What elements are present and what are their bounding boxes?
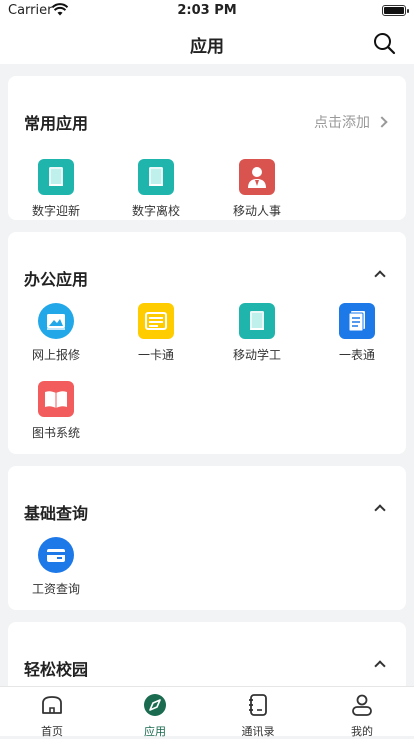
app-one-form[interactable]: 一表通 [317, 303, 397, 363]
book-icon [38, 159, 74, 195]
tab-contacts[interactable]: 通讯录 [218, 693, 298, 739]
app-label: 网上报修 [16, 346, 96, 363]
clock: 2:03 PM [0, 3, 414, 18]
common-apps-card: 常用应用 点击添加 数字迎新 数字离校 移动人事 [8, 76, 406, 220]
battery-icon [382, 5, 406, 16]
app-label: 数字离校 [116, 202, 196, 219]
book-icon [239, 303, 275, 339]
tab-bar: 首页 应用 通讯录 我的 [0, 686, 414, 736]
app-campus-card[interactable]: 一卡通 [116, 303, 196, 363]
home-icon [40, 693, 64, 717]
app-digital-enrollment[interactable]: 数字迎新 [16, 159, 96, 219]
app-salary-query[interactable]: 工资查询 [16, 537, 96, 597]
tab-label: 应用 [115, 723, 195, 739]
tab-label: 首页 [12, 723, 92, 739]
app-online-repair[interactable]: 网上报修 [16, 303, 96, 363]
contacts-icon [246, 693, 270, 717]
chevron-up-icon[interactable] [374, 270, 385, 281]
book-icon [138, 159, 174, 195]
open-book-icon [38, 381, 74, 417]
app-label: 一表通 [317, 346, 397, 363]
tab-profile[interactable]: 我的 [322, 693, 402, 739]
tab-label: 我的 [322, 723, 402, 739]
app-mobile-student-affairs[interactable]: 移动学工 [217, 303, 297, 363]
image-icon [38, 303, 74, 339]
easy-campus-title: 轻松校园 [24, 656, 88, 680]
chevron-right-icon [376, 116, 387, 127]
app-digital-leave[interactable]: 数字离校 [116, 159, 196, 219]
add-app-label: 点击添加 [314, 112, 370, 132]
app-label: 移动人事 [217, 202, 297, 219]
search-icon[interactable] [372, 31, 396, 55]
office-apps-title: 办公应用 [24, 266, 88, 290]
wallet-icon [38, 537, 74, 573]
card-icon [138, 303, 174, 339]
app-label: 一卡通 [116, 346, 196, 363]
app-label: 图书系统 [16, 424, 96, 441]
app-library-system[interactable]: 图书系统 [16, 381, 96, 441]
content-area[interactable]: 常用应用 点击添加 数字迎新 数字离校 移动人事 办公应用 [0, 64, 414, 686]
page-title: 应用 [0, 32, 414, 57]
app-mobile-hr[interactable]: 移动人事 [217, 159, 297, 219]
common-apps-title: 常用应用 [24, 110, 88, 134]
tab-home[interactable]: 首页 [12, 693, 92, 739]
app-label: 工资查询 [16, 580, 96, 597]
app-label: 移动学工 [217, 346, 297, 363]
user-icon [350, 693, 374, 717]
add-app-button[interactable]: 点击添加 [314, 112, 386, 132]
basic-query-card: 基础查询 工资查询 [8, 466, 406, 610]
person-icon [239, 159, 275, 195]
chevron-up-icon[interactable] [374, 660, 385, 671]
nav-bar: 应用 [0, 22, 414, 64]
chevron-up-icon[interactable] [374, 504, 385, 515]
easy-campus-card: 轻松校园 [8, 622, 406, 686]
app-label: 数字迎新 [16, 202, 96, 219]
basic-query-title: 基础查询 [24, 500, 88, 524]
document-icon [339, 303, 375, 339]
compass-icon [143, 693, 167, 717]
tab-label: 通讯录 [218, 723, 298, 739]
status-bar: Carrier 2:03 PM [0, 0, 414, 22]
tab-apps[interactable]: 应用 [115, 693, 195, 739]
office-apps-card: 办公应用 网上报修 一卡通 移动学工 一表通 [8, 232, 406, 454]
